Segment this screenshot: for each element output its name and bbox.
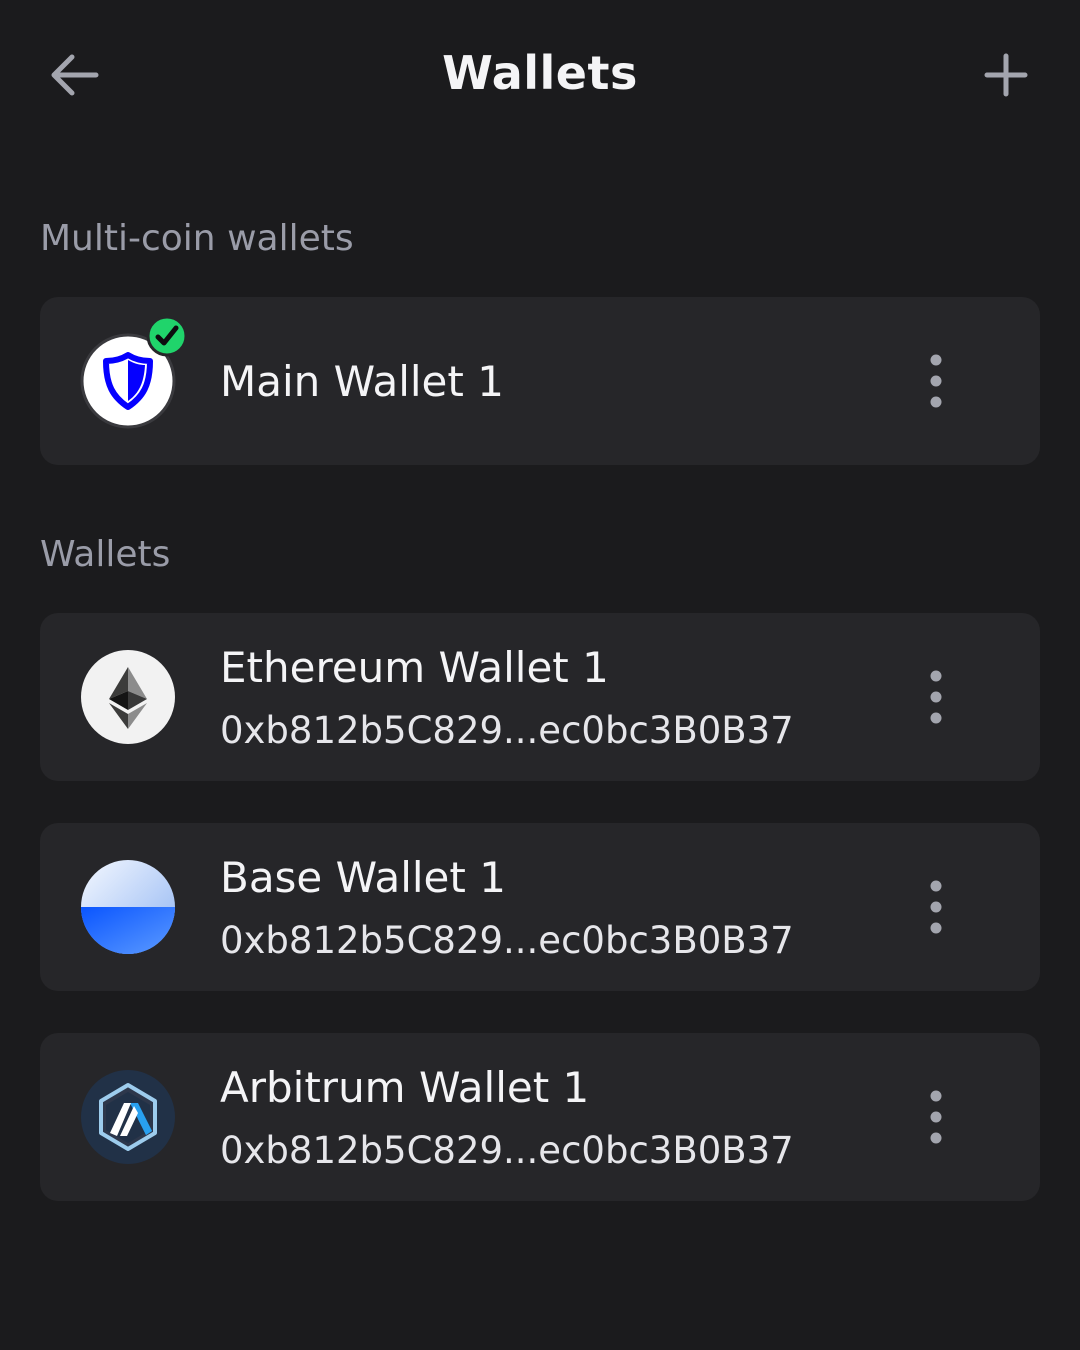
more-vertical-icon[interactable] — [916, 877, 956, 937]
base-icon — [81, 860, 175, 954]
wallet-card-ethereum[interactable]: Ethereum Wallet 1 0xb812b5C829...ec0bc3B… — [40, 613, 1040, 781]
wallet-name: Ethereum Wallet 1 — [220, 643, 609, 692]
wallet-address: 0xb812b5C829...ec0bc3B0B37 — [220, 919, 794, 962]
more-vertical-icon[interactable] — [916, 351, 956, 411]
section-label-multi-coin: Multi-coin wallets — [40, 218, 354, 259]
wallet-address: 0xb812b5C829...ec0bc3B0B37 — [220, 1129, 794, 1172]
ethereum-icon — [81, 650, 175, 744]
app-header: Wallets — [0, 0, 1080, 150]
wallet-name: Arbitrum Wallet 1 — [220, 1063, 590, 1112]
more-vertical-icon[interactable] — [916, 1087, 956, 1147]
wallet-address: 0xb812b5C829...ec0bc3B0B37 — [220, 709, 794, 752]
wallet-card-base[interactable]: Base Wallet 1 0xb812b5C829...ec0bc3B0B37 — [40, 823, 1040, 991]
arbitrum-icon — [81, 1070, 175, 1164]
page-title: Wallets — [442, 46, 638, 100]
wallet-name: Main Wallet 1 — [220, 357, 504, 406]
wallet-card-main-wallet[interactable]: Main Wallet 1 — [40, 297, 1040, 465]
wallet-name: Base Wallet 1 — [220, 853, 506, 902]
more-vertical-icon[interactable] — [916, 667, 956, 727]
selected-check-icon — [146, 315, 188, 357]
section-label-wallets: Wallets — [40, 534, 171, 575]
wallet-card-arbitrum[interactable]: Arbitrum Wallet 1 0xb812b5C829...ec0bc3B… — [40, 1033, 1040, 1201]
plus-icon[interactable] — [984, 53, 1028, 97]
